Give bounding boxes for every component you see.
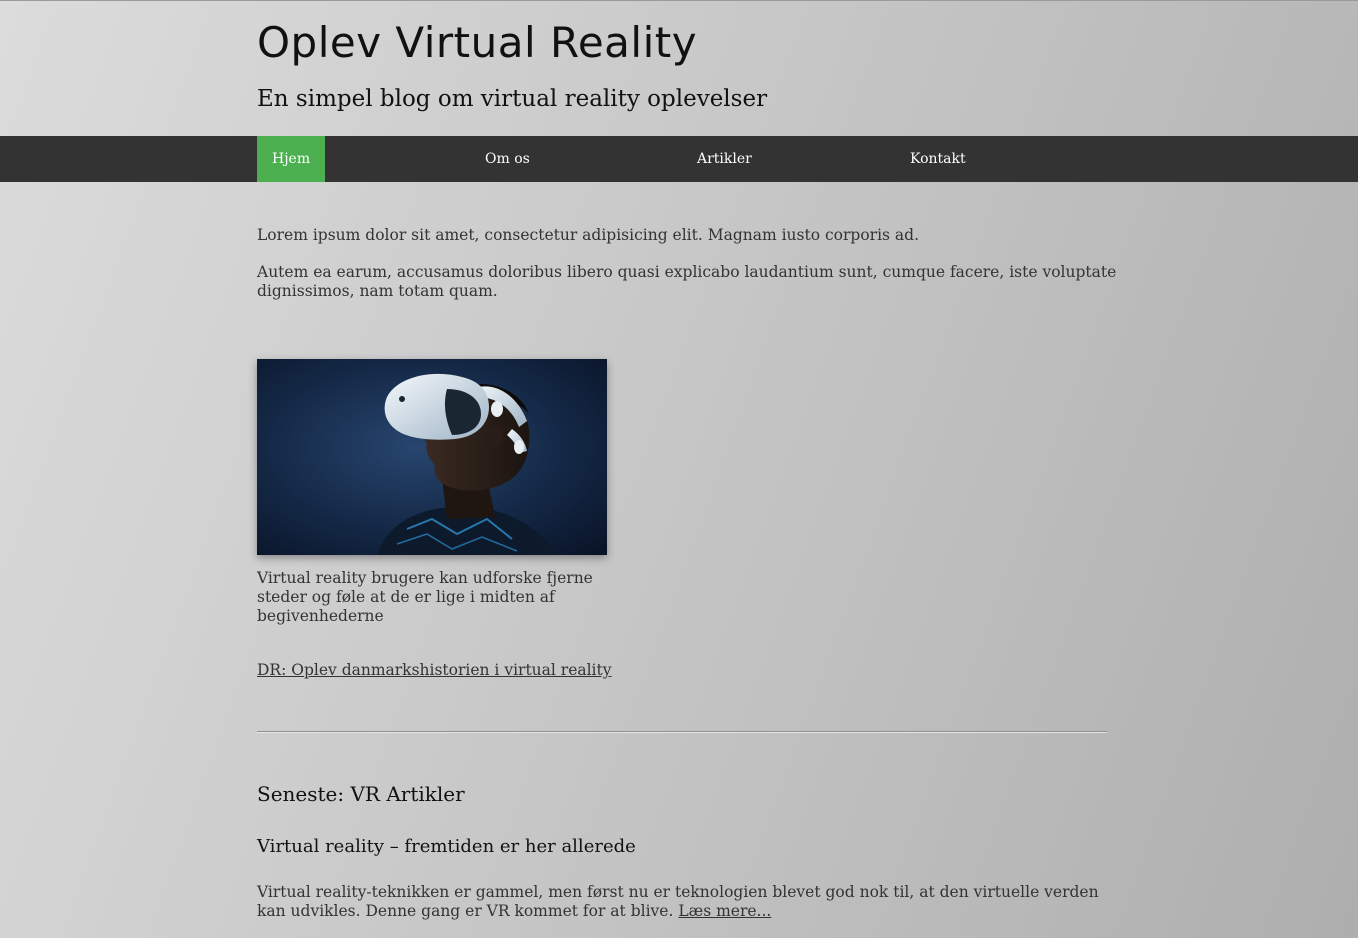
intro-paragraph: Lorem ipsum dolor sit amet, consectetur … xyxy=(257,226,919,244)
site-header: Oplev Virtual Reality En simpel blog om … xyxy=(0,0,1358,136)
nav-item-hjem[interactable]: Hjem xyxy=(257,136,326,182)
site-title: Oplev Virtual Reality xyxy=(257,18,698,67)
article-title: Virtual reality – fremtiden er her aller… xyxy=(257,836,636,857)
main-navigation: Hjem Om os Artikler Kontakt xyxy=(0,136,1358,182)
vr-figure: Virtual reality brugere kan udforske fje… xyxy=(257,359,607,626)
read-more-link[interactable]: Læs mere... xyxy=(678,902,771,920)
nav-item-artikler[interactable]: Artikler xyxy=(697,136,752,182)
site-subtitle: En simpel blog om virtual reality opleve… xyxy=(257,86,768,112)
dr-article-link[interactable]: DR: Oplev danmarkshistorien i virtual re… xyxy=(257,661,612,679)
intro-paragraph: Autem ea earum, accusamus doloribus libe… xyxy=(257,263,1117,300)
nav-item-om-os[interactable]: Om os xyxy=(485,136,530,182)
section-divider xyxy=(257,731,1107,733)
vr-headset-photo xyxy=(257,359,607,555)
nav-item-kontakt[interactable]: Kontakt xyxy=(910,136,966,182)
latest-articles-heading: Seneste: VR Artikler xyxy=(257,782,465,806)
article-excerpt: Virtual reality-teknikken er gammel, men… xyxy=(257,883,1117,921)
intro-section: Lorem ipsum dolor sit amet, consectetur … xyxy=(257,226,1117,319)
figure-caption: Virtual reality brugere kan udforske fje… xyxy=(257,569,593,625)
